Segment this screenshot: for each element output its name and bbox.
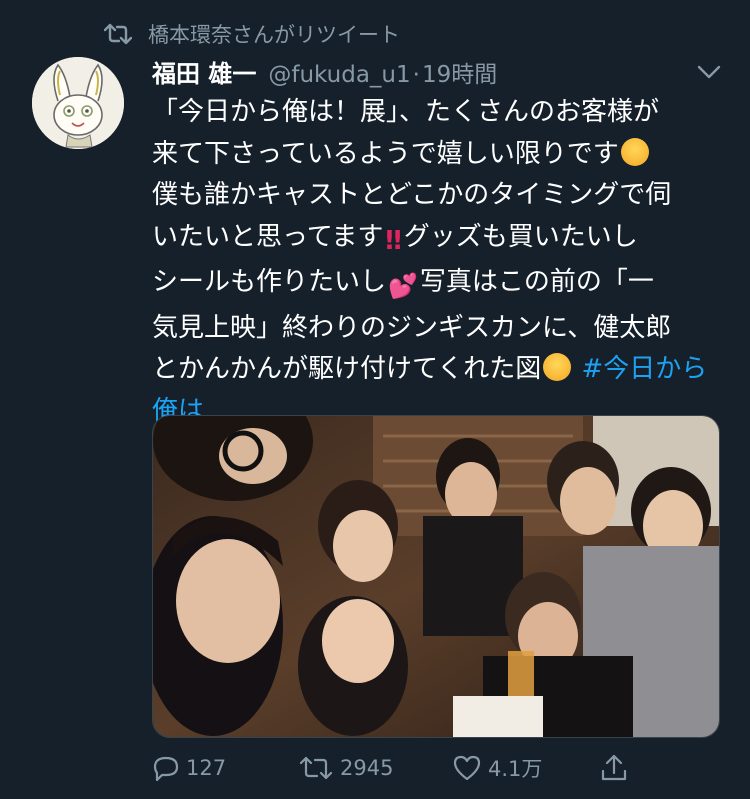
display-name[interactable]: 福田 雄一 [152,54,256,89]
tweet-line: 来て下さっているようで嬉しい限りです [152,138,619,169]
like-button[interactable]: 4.1万 [452,748,542,788]
tweet-actions: 127 2945 4.1万 [152,748,632,788]
user-handle[interactable]: @fukuda_u1 [268,62,410,88]
retweet-context-label: 橋本環奈さんがリツイート [148,23,400,47]
retweet-button[interactable]: 2945 [298,748,393,788]
two-hearts-emoji-icon: 💕 [388,272,418,300]
avatar[interactable] [32,57,124,149]
tweet-line: とかんかんが駆け付けてくれた図 [152,354,542,384]
reply-count: 127 [186,756,227,780]
retweet-context[interactable]: 橋本環奈さんがリツイート [104,18,400,50]
chevron-down-icon[interactable] [696,62,722,82]
share-icon [601,754,627,781]
tweet-header: 福田 雄一 @fukuda_u1 · 19時間 [152,54,712,90]
reply-button[interactable]: 127 [152,748,226,788]
group-selfie-photo-icon [153,416,719,737]
tweet-line: 写真はこの前の「一 [419,267,654,297]
tweet-line: 「今日から俺は！展」、たくさんのお客様が [152,97,660,127]
tweet-time[interactable]: 19時間 [422,55,497,89]
separator-dot: · [412,62,420,88]
tweet-line: グッズも買いたいし [403,221,638,252]
double-exclamation-emoji-icon: ‼ [385,225,402,256]
heart-icon [453,755,481,781]
cartoon-rabbit-avatar-icon [32,57,124,149]
rofl-emoji-icon [620,137,649,166]
tweet-line: 僕も誰かキャストとどこかのタイミングで伺 [152,180,672,210]
retweet-icon [104,23,132,45]
tweet-text: 「今日から俺は！展」、たくさんのお客様が 来て下さっているようで嬉しい限りです … [152,92,712,432]
tweet-card[interactable]: 橋本環奈さんがリツイート 福田 雄一 @fukuda_u1 · 19時間 「今日… [0,0,750,799]
like-count: 4.1万 [488,757,543,781]
tweet-photo[interactable] [152,415,720,738]
reply-icon [153,756,179,782]
tweet-line: 気見上映」終わりのジンギスカンに、健太郎 [152,312,672,343]
retweet-count: 2945 [340,756,394,780]
star-struck-emoji-icon [543,353,572,381]
share-button[interactable] [600,748,634,788]
tweet-line: いたいと思ってます [152,221,384,252]
retweet-icon [299,756,333,780]
tweet-line: シールも作りたいし [152,267,387,297]
